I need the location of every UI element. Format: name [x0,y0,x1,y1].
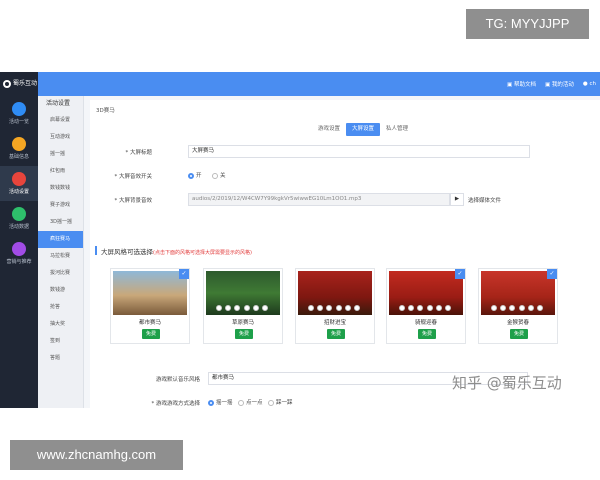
sub-menu-item[interactable]: 抢答 [38,299,83,316]
tab-private-manage[interactable]: 私人管理 [380,123,414,136]
theme-free-button[interactable]: 免费 [418,329,436,339]
theme-card[interactable]: 草原赛马 免费 [203,268,283,344]
breadcrumb: 3D赛马 [96,108,115,114]
zhihu-watermark: 知乎 @蜀乐互动 [452,374,562,392]
music-file-label: * 大屏背景音效 [114,198,153,204]
music-style-label: 游戏默认音乐风格 [155,377,200,383]
music-on-radio[interactable]: 开 [188,171,202,179]
sub-menu-item[interactable]: 马拉松赛 [38,248,83,265]
rail-item-overview[interactable]: 活动一览 [0,96,38,131]
theme-free-button[interactable]: 免费 [235,329,253,339]
apps-icon [12,242,26,256]
watermark-top: TG: MYYJJPP [466,9,589,39]
radio-checked-icon [208,399,214,406]
icon-rail: 活动一览 基础信息 活动设置 活动数据 营销与推荐 [0,96,38,408]
check-icon: ✓ [179,269,189,279]
thumbnail-dots [308,305,360,313]
rail-item-data[interactable]: 活动数据 [0,201,38,236]
theme-card[interactable]: 都市赛马 免费 ✓ [110,268,190,344]
theme-card[interactable]: 金猴贺春 免费 ✓ [478,268,558,344]
radio-icon [268,399,274,406]
app-window: 蜀乐互动 ▣ 帮助文档 ▣ 我的活动 ● ch 活动一览 基础信息 活动设置 活… [0,72,600,408]
theme-card[interactable]: 招财进宝 免费 [295,268,375,344]
sub-menu-item[interactable]: 数钱数钱 [38,180,83,197]
music-off-radio[interactable]: 关 [212,171,226,179]
style-section-title: 大屏风格可选选择(点击下面的风格可选择大屏需要显示的风格) [101,248,252,256]
radio-checked-icon [188,172,194,179]
music-switch-label: * 大屏音效开关 [114,174,153,180]
thumbnail-dots [399,305,451,313]
sub-menu-item[interactable]: 签到 [38,333,83,350]
theme-name: 招财进宝 [323,320,346,326]
sub-menu-item[interactable]: 赛子游戏 [38,197,83,214]
rail-item-settings[interactable]: 活动设置 [0,166,38,201]
theme-card[interactable]: 骑舰迎春 免费 ✓ [386,268,466,344]
thumbnail-dots [491,305,543,313]
sub-menu-item[interactable]: 互动游戏 [38,129,83,146]
play-icon: ▶ [454,196,460,202]
theme-name: 都市赛马 [138,320,161,326]
sub-menu-item[interactable]: 红包雨 [38,163,83,180]
sub-menu-title: 活动设置 [46,100,71,107]
section-marker [95,246,97,255]
logo: 蜀乐互动 [0,72,38,96]
play-mode-label: * 游戏游戏方式选择 [151,401,201,407]
help-docs-link[interactable]: ▣ 帮助文档 [507,80,536,88]
check-icon: ✓ [547,269,557,279]
screen-title-label: * 大屏标题 [125,150,153,156]
sub-menu-item[interactable]: 启幕设置 [38,112,83,129]
sub-menu-item[interactable]: 抽大奖 [38,316,83,333]
thumbnail-dots [216,305,268,313]
tab-game-settings[interactable]: 游戏设置 [312,123,346,136]
theme-thumbnail [113,271,187,315]
theme-free-button[interactable]: 免费 [142,329,160,339]
theme-name: 骑舰迎春 [414,320,437,326]
user-menu[interactable]: ● ch [583,81,596,87]
logo-icon [3,79,11,88]
rail-item-basic-info[interactable]: 基础信息 [0,131,38,166]
screen-title-input[interactable]: 大屏赛马 [188,145,530,158]
theme-name: 金猴贺春 [506,320,529,326]
top-nav: ▣ 帮助文档 ▣ 我的活动 ● ch [507,72,596,96]
sub-menu-item[interactable]: 摇一摇 [38,146,83,163]
sub-menu-item[interactable]: 拔河比赛 [38,265,83,282]
style-hint: (点击下面的风格可选择大屏需要显示的风格) [153,250,252,256]
theme-free-button[interactable]: 免费 [510,329,528,339]
gear-icon [12,172,26,186]
pick-media-button[interactable]: 选择媒体文件 [468,196,501,204]
tab-bar: 游戏设置 大屏设置 私人管理 [312,123,414,136]
music-file-input[interactable]: audios/2/2019/12/W4CW7Y99kgkVr5wiwwEG10L… [188,193,450,206]
main-panel: 3D赛马 游戏设置 大屏设置 私人管理 * 大屏标题 大屏赛马 * 大屏音效开关… [90,100,600,408]
sub-menu: 活动设置 启幕设置 互动游戏 摇一摇 红包雨 数钱数钱 赛子游戏 3D摇一摇 疯… [38,96,84,408]
watermark-bottom: www.zhcnamhg.com [10,440,183,470]
sub-menu-item[interactable]: 答题 [38,350,83,367]
radio-icon [238,399,244,406]
my-activities-link[interactable]: ▣ 我的活动 [545,80,574,88]
rail-item-marketing[interactable]: 营销与推荐 [0,236,38,271]
sub-menu-item[interactable]: 数钱游 [38,282,83,299]
database-icon [12,207,26,221]
sub-menu-item[interactable]: 3D摇一摇 [38,214,83,231]
folder-icon [12,137,26,151]
sub-menu-item-active[interactable]: 疯狂赛马 [38,231,83,248]
theme-name: 草原赛马 [231,320,254,326]
monitor-icon [12,102,26,116]
radio-icon [212,172,218,179]
play-mode-shake-radio[interactable]: 摇一摇 [208,398,233,406]
play-mode-step-radio[interactable]: 踩一踩 [268,398,293,406]
theme-free-button[interactable]: 免费 [327,329,345,339]
tab-screen-settings[interactable]: 大屏设置 [346,123,381,136]
play-mode-tap-radio[interactable]: 点一点 [238,398,263,406]
check-icon: ✓ [455,269,465,279]
play-button[interactable]: ▶ [450,193,464,206]
logo-text: 蜀乐互动 [13,80,38,87]
